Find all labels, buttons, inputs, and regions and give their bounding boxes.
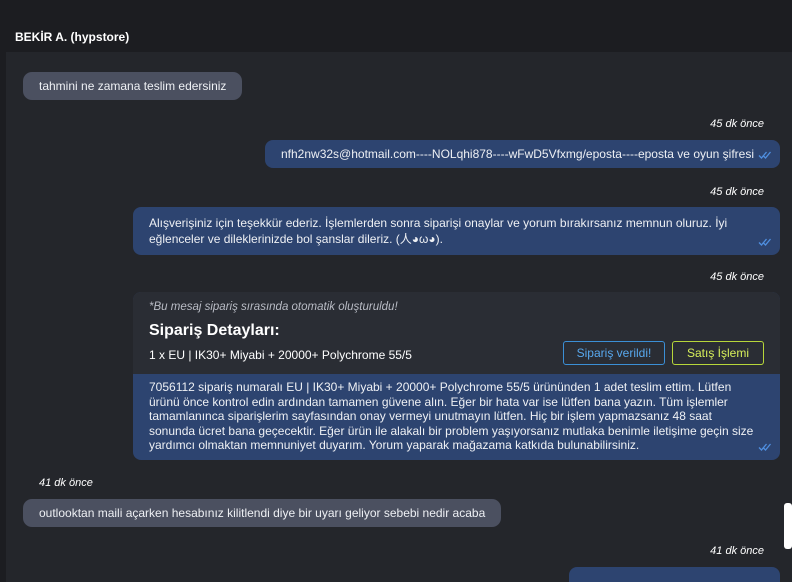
contact-name[interactable]: BEKİR A. (hypstore) xyxy=(15,30,129,44)
order-placed-button[interactable]: Sipariş verildi! xyxy=(563,341,665,365)
double-check-icon xyxy=(758,442,772,452)
message-text: outlooktan maili açarken hesabınız kilit… xyxy=(39,506,486,520)
message-time: 45 dk önce xyxy=(710,271,764,283)
order-summary: *Bu mesaj sipariş sırasında otomatik olu… xyxy=(133,292,780,374)
message-text: tahmini ne zamana teslim edersiniz xyxy=(39,79,227,93)
incoming-message: tahmini ne zamana teslim edersiniz xyxy=(23,72,243,100)
double-check-icon xyxy=(758,150,772,160)
message-text: 7056112 sipariş numaralı EU | IK30+ Miya… xyxy=(149,380,754,452)
double-check-icon xyxy=(758,237,772,247)
message-time: 45 dk önce xyxy=(710,118,764,130)
top-bar xyxy=(0,0,792,22)
auto-generated-note: *Bu mesaj sipariş sırasında otomatik olu… xyxy=(149,301,398,313)
scrollbar-thumb[interactable] xyxy=(784,503,792,549)
outgoing-message xyxy=(569,567,780,582)
order-details-message: *Bu mesaj sipariş sırasında otomatik olu… xyxy=(133,292,780,460)
message-text: Alışverişiniz için teşekkür ederiz. İşle… xyxy=(149,216,728,246)
message-time: 41 dk önce xyxy=(39,477,93,489)
incoming-message: outlooktan maili açarken hesabınız kilit… xyxy=(23,499,502,527)
message-time: 45 dk önce xyxy=(710,186,764,198)
sale-process-button[interactable]: Satış İşlemi xyxy=(672,341,764,365)
message-text: nfh2nw32s@hotmail.com----NOLqhi878----wF… xyxy=(281,147,755,161)
outgoing-message: nfh2nw32s@hotmail.com----NOLqhi878----wF… xyxy=(265,140,780,168)
message-time: 41 dk önce xyxy=(710,545,764,557)
order-item: 1 x EU | IK30+ Miyabi + 20000+ Polychrom… xyxy=(149,348,412,362)
message-list[interactable]: tahmini ne zamana teslim edersiniz 45 dk… xyxy=(6,52,792,582)
order-title: Sipariş Detayları: xyxy=(149,322,280,339)
chat-header: BEKİR A. (hypstore) xyxy=(0,22,792,52)
outgoing-message: Alışverişiniz için teşekkür ederiz. İşle… xyxy=(133,207,780,255)
